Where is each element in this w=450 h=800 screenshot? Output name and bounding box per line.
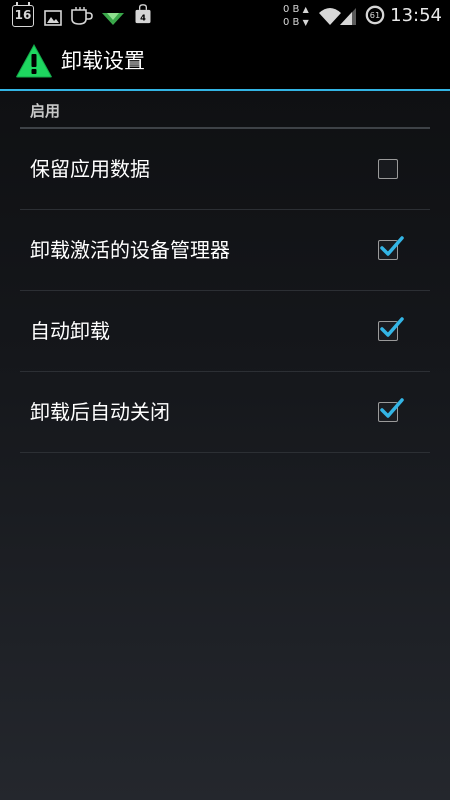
uninstall-device-admin-checkbox[interactable] [378,236,404,260]
section-header: 启用 [30,102,61,120]
traffic-meter: 0 B ▲ 0 B ▼ [283,3,317,29]
checkmark-icon [380,317,404,337]
status-bar: 16 4 0 B ▲ 0 B ▼ 61 13:54 [0,0,450,33]
checkmark-icon [380,236,404,256]
traffic-down: 0 B ▼ [283,17,309,28]
action-bar: 卸载设置 [0,33,450,89]
download-icon [102,13,124,25]
pref-keep-app-data[interactable]: 保留应用数据 [20,129,430,210]
settings-list: 启用 保留应用数据 卸载激活的设备管理器 自动卸载 卸载后自动关闭 [20,91,430,453]
battery-icon: 61 [365,5,385,25]
cup-icon [71,7,93,25]
page-title: 卸载设置 [61,49,145,73]
keep-app-data-checkbox[interactable] [378,159,398,179]
pref-label: 自动卸载 [30,319,110,343]
status-clock: 13:54 [390,5,442,26]
pref-auto-uninstall[interactable]: 自动卸载 [20,291,430,372]
pref-auto-close-after-uninstall[interactable]: 卸载后自动关闭 [20,372,430,453]
pref-label: 卸载后自动关闭 [30,400,170,424]
pref-label: 卸载激活的设备管理器 [30,238,230,262]
checkmark-icon [380,398,404,418]
signal-icon [340,8,356,25]
pref-label: 保留应用数据 [30,157,150,181]
battery-level: 61 [370,10,380,20]
store-badge: 4 [140,13,146,23]
calendar-icon: 16 [12,2,34,27]
warning-icon[interactable] [15,43,53,79]
traffic-up: 0 B ▲ [283,4,309,15]
auto-uninstall-checkbox[interactable] [378,317,404,341]
calendar-day: 16 [14,8,32,22]
store-icon: 4 [135,4,151,24]
image-icon [44,10,62,26]
auto-close-checkbox[interactable] [378,398,404,422]
pref-uninstall-device-admin[interactable]: 卸载激活的设备管理器 [20,210,430,291]
